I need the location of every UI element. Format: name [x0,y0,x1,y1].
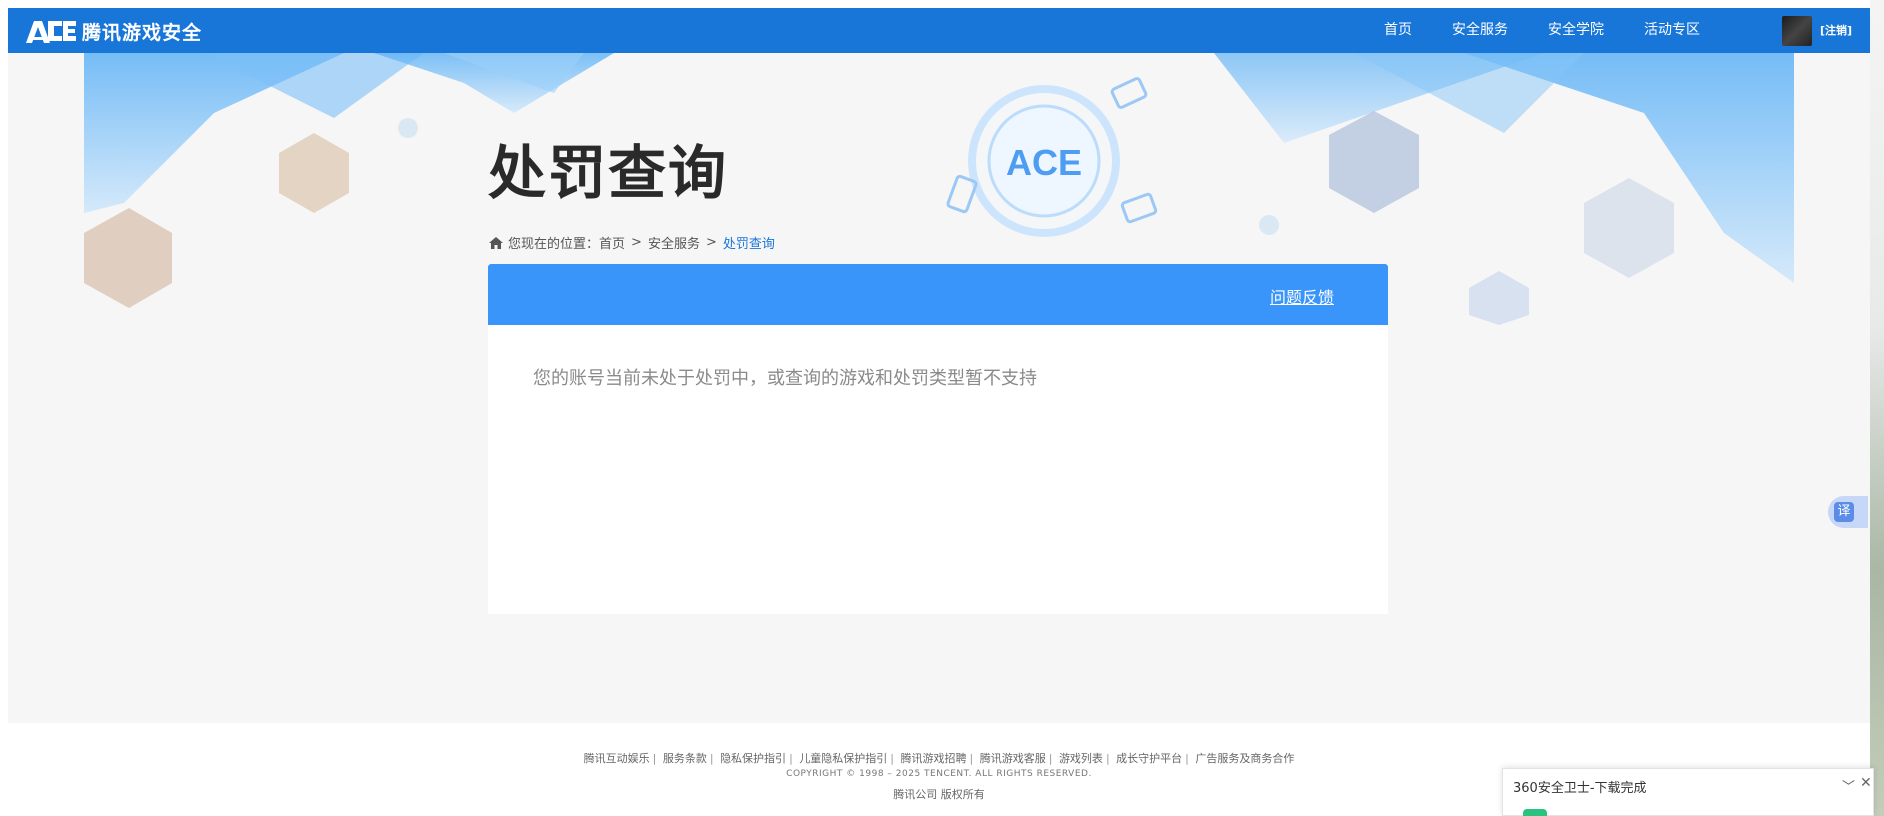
home-icon [489,236,503,249]
breadcrumb-separator: > [631,235,642,250]
footer-link[interactable]: 隐私保护指引 [720,752,786,765]
footer-separator: | [709,752,714,765]
footer-link[interactable]: 广告服务及商务合作 [1195,752,1294,765]
page-title: 处罚查询 [488,139,729,207]
close-icon[interactable]: ✕ [1860,775,1872,791]
translate-icon: 译 [1834,502,1854,522]
footer-links: 腾讯互动娱乐 | 服务条款 | 隐私保护指引 | 儿童隐私保护指引 | 腾讯游戏招聘 | … [8,750,1870,766]
result-card: 问题反馈 您的账号当前未处于处罚中，或查询的游戏和处罚类型暂不支持 [488,264,1388,614]
translate-button[interactable]: 译 [1828,496,1868,528]
nav-events[interactable]: 活动专区 [1644,8,1700,53]
nav-home[interactable]: 首页 [1384,8,1412,53]
top-strip [0,0,1884,8]
ace-logo-icon [26,19,76,43]
footer-separator: | [789,752,793,765]
result-card-header: 问题反馈 [488,264,1388,325]
footer-link[interactable]: 游戏列表 [1059,752,1103,765]
breadcrumb-security-service[interactable]: 安全服务 [648,233,700,252]
breadcrumb-current: 处罚查询 [722,237,775,252]
download-status-text: 360安全卫士-下载完成 [1513,781,1647,796]
breadcrumb: 您现在的位置： 首页 > 安全服务 > 处罚查询 [488,233,775,252]
result-message: 您的账号当前未处于处罚中，或查询的游戏和处罚类型暂不支持 [533,368,1037,389]
site-logo[interactable]: 腾讯游戏安全 [26,18,202,44]
chevron-down-icon[interactable]: ﹀ [1842,776,1855,795]
footer-separator: | [969,752,974,765]
breadcrumb-home[interactable]: 首页 [599,233,625,252]
footer-separator: | [890,752,894,765]
footer-link[interactable]: 腾讯游戏客服 [980,752,1046,765]
footer-link[interactable]: 腾讯互动娱乐 [584,752,650,765]
background-window-edge [1870,0,1884,816]
main-nav: 首页 安全服务 安全学院 活动专区 [1384,8,1740,53]
avatar[interactable] [1782,16,1812,46]
feedback-link[interactable]: 问题反馈 [1270,284,1334,308]
footer-separator: | [1105,752,1110,765]
download-app-icon [1523,809,1547,816]
footer-link[interactable]: 腾讯游戏招聘 [901,752,967,765]
svg-text:ACE: ACE [1006,142,1082,183]
nav-security-service[interactable]: 安全服务 [1452,8,1508,53]
footer-link[interactable]: 成长守护平台 [1116,752,1182,765]
breadcrumb-prefix: 您现在的位置： [508,237,600,252]
left-edge [0,8,8,816]
footer-link[interactable]: 服务条款 [663,752,707,765]
site-header: 腾讯游戏安全 首页 安全服务 安全学院 活动专区 [注销] [8,8,1870,53]
logout-link[interactable]: [注销] [1820,8,1852,53]
main-content: ACE 处罚查询 您现在的位置： 首页 > 安全服务 > 处罚查询 问题反馈 您… [8,53,1870,723]
nav-security-academy[interactable]: 安全学院 [1548,8,1604,53]
download-panel: 360安全卫士-下载完成 ﹀ ✕ [1502,768,1874,816]
breadcrumb-separator: > [705,235,717,250]
logo-text: 腾讯游戏安全 [82,21,203,44]
footer-link[interactable]: 儿童隐私保护指引 [799,752,887,765]
footer-separator: | [1185,752,1189,765]
footer-separator: | [652,752,657,765]
footer-separator: | [1048,752,1053,765]
